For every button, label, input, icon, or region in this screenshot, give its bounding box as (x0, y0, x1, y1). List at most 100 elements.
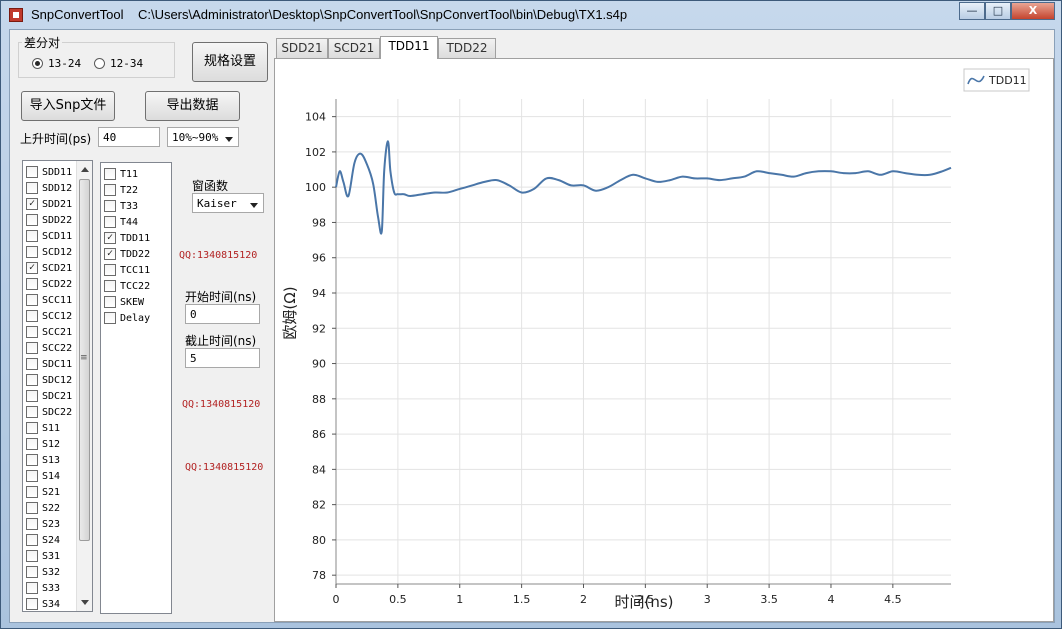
td-item-t22[interactable]: T22 (104, 182, 138, 198)
sparam-checkbox-s23[interactable] (26, 518, 38, 530)
radio-13-24[interactable]: 13-24 (32, 57, 81, 70)
td-item-tdd11[interactable]: ✓ TDD11 (104, 230, 150, 246)
sparam-checkbox-scc21[interactable] (26, 326, 38, 338)
end-time-input[interactable]: 5 (185, 348, 260, 368)
start-time-input[interactable]: 0 (185, 304, 260, 324)
sparam-item-s11[interactable]: S11 (26, 420, 60, 436)
sparam-item-s32[interactable]: S32 (26, 564, 60, 580)
td-item-t33[interactable]: T33 (104, 198, 138, 214)
sparam-checkbox-s21[interactable] (26, 486, 38, 498)
td-checkbox-t44[interactable] (104, 216, 116, 228)
radio-13-24-dot[interactable] (32, 58, 43, 69)
sparam-checkbox-sdd22[interactable] (26, 214, 38, 226)
close-button[interactable]: X (1011, 2, 1055, 20)
td-checkbox-t11[interactable] (104, 168, 116, 180)
app-icon[interactable] (9, 8, 23, 22)
sparam-item-s23[interactable]: S23 (26, 516, 60, 532)
scroll-down-icon[interactable] (81, 600, 89, 605)
import-snp-button[interactable]: 导入Snp文件 (21, 91, 115, 121)
sparam-item-s21[interactable]: S21 (26, 484, 60, 500)
tab-sdd21[interactable]: SDD21 (276, 38, 328, 58)
rise-time-input[interactable]: 40 (98, 127, 160, 147)
sparam-checkbox-sdd21[interactable]: ✓ (26, 198, 38, 210)
td-item-delay[interactable]: Delay (104, 310, 150, 326)
tab-tdd11[interactable]: TDD11 (380, 36, 438, 59)
radio-12-34-dot[interactable] (94, 58, 105, 69)
td-listbox[interactable]: T11 T22 T33 T44 ✓ TDD11 ✓ TDD22 TCC11 TCC22 SKEW De… (100, 162, 172, 614)
td-checkbox-tdd11[interactable]: ✓ (104, 232, 116, 244)
sparam-item-s12[interactable]: S12 (26, 436, 60, 452)
sparam-checkbox-scc11[interactable] (26, 294, 38, 306)
sparam-item-s34[interactable]: S34 (26, 596, 60, 611)
rise-range-select[interactable]: 10%~90% (167, 127, 239, 147)
sparam-item-scc22[interactable]: SCC22 (26, 340, 72, 356)
td-item-tdd22[interactable]: ✓ TDD22 (104, 246, 150, 262)
sparam-item-scc21[interactable]: SCC21 (26, 324, 72, 340)
sparam-checkbox-s33[interactable] (26, 582, 38, 594)
sparam-checkbox-sdd11[interactable] (26, 166, 38, 178)
sparam-item-scd11[interactable]: SCD11 (26, 228, 72, 244)
export-data-button[interactable]: 导出数据 (145, 91, 240, 121)
sparam-checkbox-scd12[interactable] (26, 246, 38, 258)
sparam-item-sdd12[interactable]: SDD12 (26, 180, 72, 196)
radio-12-34[interactable]: 12-34 (94, 57, 143, 70)
sparam-item-sdd21[interactable]: ✓ SDD21 (26, 196, 72, 212)
td-item-t44[interactable]: T44 (104, 214, 138, 230)
sparam-checkbox-s32[interactable] (26, 566, 38, 578)
sparam-checkbox-s31[interactable] (26, 550, 38, 562)
sparam-item-s33[interactable]: S33 (26, 580, 60, 596)
sparam-checkbox-sdc22[interactable] (26, 406, 38, 418)
td-checkbox-delay[interactable] (104, 312, 116, 324)
sparam-item-s24[interactable]: S24 (26, 532, 60, 548)
sparam-checkbox-s12[interactable] (26, 438, 38, 450)
sparam-item-s13[interactable]: S13 (26, 452, 60, 468)
sparam-item-sdd22[interactable]: SDD22 (26, 212, 72, 228)
sparam-checkbox-scc12[interactable] (26, 310, 38, 322)
sparam-checkbox-s22[interactable] (26, 502, 38, 514)
maximize-button[interactable]: □ (985, 2, 1011, 20)
window-func-select[interactable]: Kaiser (192, 193, 264, 213)
sparam-item-scd21[interactable]: ✓ SCD21 (26, 260, 72, 276)
title-bar[interactable]: SnpConvertTool C:\Users\Administrator\De… (1, 1, 1061, 29)
sparam-scrollbar[interactable]: ≡ (76, 161, 92, 611)
sparam-checkbox-s14[interactable] (26, 470, 38, 482)
sparam-item-sdc22[interactable]: SDC22 (26, 404, 72, 420)
sparam-item-s22[interactable]: S22 (26, 500, 60, 516)
tab-tdd22[interactable]: TDD22 (438, 38, 496, 58)
td-item-t11[interactable]: T11 (104, 166, 138, 182)
sparam-checkbox-scd21[interactable]: ✓ (26, 262, 38, 274)
sparam-item-scd12[interactable]: SCD12 (26, 244, 72, 260)
sparam-checkbox-s13[interactable] (26, 454, 38, 466)
sparam-checkbox-s11[interactable] (26, 422, 38, 434)
td-checkbox-t33[interactable] (104, 200, 116, 212)
scroll-up-icon[interactable] (81, 167, 89, 172)
td-checkbox-skew[interactable] (104, 296, 116, 308)
sparam-item-scc11[interactable]: SCC11 (26, 292, 72, 308)
td-checkbox-tdd22[interactable]: ✓ (104, 248, 116, 260)
tab-scd21[interactable]: SCD21 (328, 38, 380, 58)
td-checkbox-tcc22[interactable] (104, 280, 116, 292)
sparam-item-scc12[interactable]: SCC12 (26, 308, 72, 324)
spec-settings-button[interactable]: 规格设置 (192, 42, 268, 82)
sparam-checkbox-scc22[interactable] (26, 342, 38, 354)
sparam-checkbox-sdc11[interactable] (26, 358, 38, 370)
sparam-item-sdc12[interactable]: SDC12 (26, 372, 72, 388)
sparam-item-sdc11[interactable]: SDC11 (26, 356, 72, 372)
sparam-listbox[interactable]: ≡ SDD11 SDD12 ✓ SDD21 SDD22 SCD11 SCD12 ✓ SCD21 S… (22, 160, 93, 612)
minimize-button[interactable]: — (959, 2, 985, 20)
sparam-checkbox-sdc12[interactable] (26, 374, 38, 386)
sparam-checkbox-sdd12[interactable] (26, 182, 38, 194)
sparam-item-sdd11[interactable]: SDD11 (26, 164, 72, 180)
sparam-checkbox-s34[interactable] (26, 598, 38, 610)
td-checkbox-tcc11[interactable] (104, 264, 116, 276)
td-item-skew[interactable]: SKEW (104, 294, 144, 310)
td-item-tcc11[interactable]: TCC11 (104, 262, 150, 278)
sparam-item-s31[interactable]: S31 (26, 548, 60, 564)
sparam-item-scd22[interactable]: SCD22 (26, 276, 72, 292)
sparam-checkbox-s24[interactable] (26, 534, 38, 546)
sparam-checkbox-sdc21[interactable] (26, 390, 38, 402)
td-item-tcc22[interactable]: TCC22 (104, 278, 150, 294)
sparam-checkbox-scd22[interactable] (26, 278, 38, 290)
td-checkbox-t22[interactable] (104, 184, 116, 196)
sparam-checkbox-scd11[interactable] (26, 230, 38, 242)
